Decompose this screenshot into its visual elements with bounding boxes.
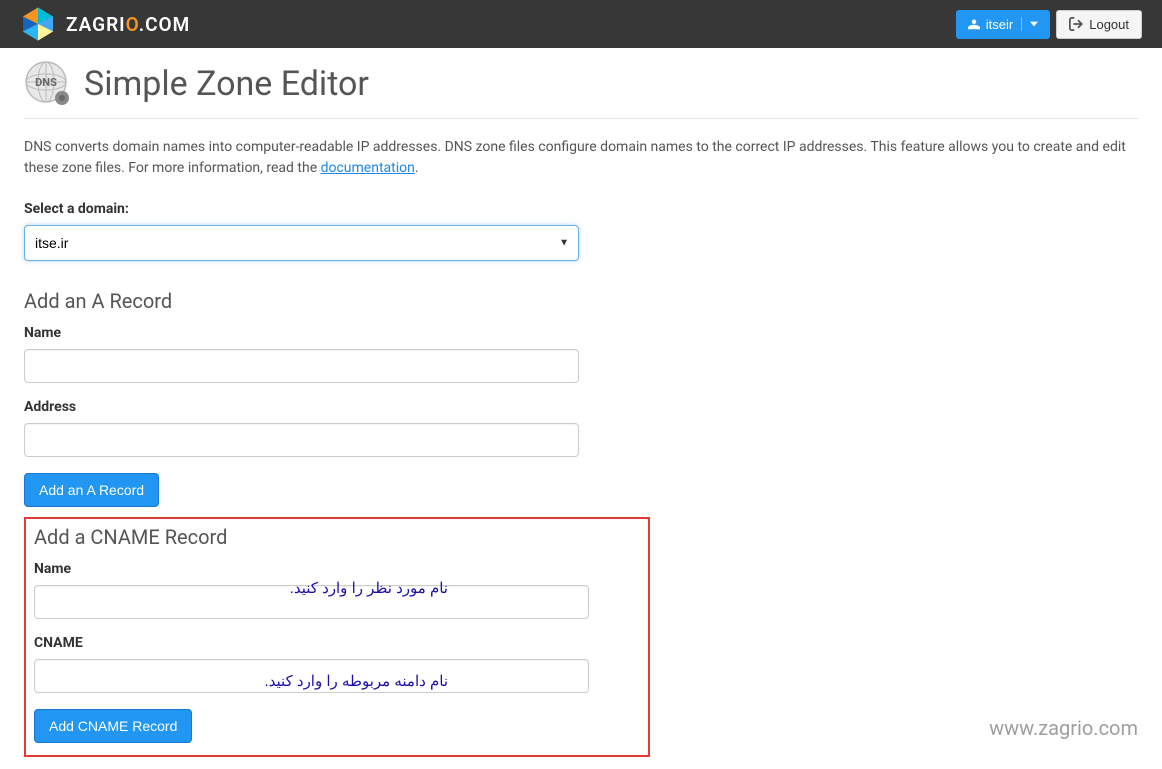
divider <box>1021 17 1022 31</box>
logout-label: Logout <box>1089 17 1129 32</box>
cname-name-label: Name <box>34 561 640 577</box>
logout-button[interactable]: Logout <box>1056 10 1142 39</box>
add-a-record-button[interactable]: Add an A Record <box>24 473 159 507</box>
logo: ZAGRIO.COM <box>20 6 190 42</box>
domain-select[interactable]: itse.ir <box>24 225 579 261</box>
top-header: ZAGRIO.COM itseir Logout <box>0 0 1162 48</box>
a-name-label: Name <box>24 325 1138 341</box>
logout-icon <box>1069 17 1083 31</box>
a-name-input[interactable] <box>24 349 579 383</box>
user-icon <box>968 18 980 30</box>
a-address-input[interactable] <box>24 423 579 457</box>
domain-select-wrap: itse.ir ▼ <box>24 225 579 261</box>
title-row: DNS Simple Zone Editor <box>24 60 1138 119</box>
chevron-down-icon <box>1030 20 1038 28</box>
a-record-heading: Add an A Record <box>24 289 1138 313</box>
documentation-link[interactable]: documentation <box>321 160 415 176</box>
svg-text:DNS: DNS <box>35 76 57 89</box>
cname-cname-input[interactable] <box>34 659 589 693</box>
main-content: DNS Simple Zone Editor DNS converts doma… <box>0 48 1162 769</box>
user-menu-button[interactable]: itseir <box>956 10 1050 39</box>
add-cname-record-button[interactable]: Add CNAME Record <box>34 709 192 743</box>
cname-cname-label: CNAME <box>34 635 640 651</box>
select-domain-label: Select a domain: <box>24 201 1138 217</box>
brand-text: ZAGRIO.COM <box>66 13 190 36</box>
watermark: www.zagrio.com <box>989 716 1138 740</box>
intro-text: DNS converts domain names into computer-… <box>24 137 1138 179</box>
user-label: itseir <box>986 17 1013 32</box>
dns-icon: DNS <box>24 60 72 108</box>
cname-heading: Add a CNAME Record <box>34 525 640 549</box>
cname-record-section: Add a CNAME Record Name CNAME Add CNAME … <box>24 517 650 757</box>
brand-icon <box>20 6 56 42</box>
page-title: Simple Zone Editor <box>84 64 369 104</box>
cname-name-input[interactable] <box>34 585 589 619</box>
a-address-label: Address <box>24 399 1138 415</box>
header-actions: itseir Logout <box>956 10 1142 39</box>
a-record-section: Add an A Record Name Address Add an A Re… <box>24 289 1138 507</box>
